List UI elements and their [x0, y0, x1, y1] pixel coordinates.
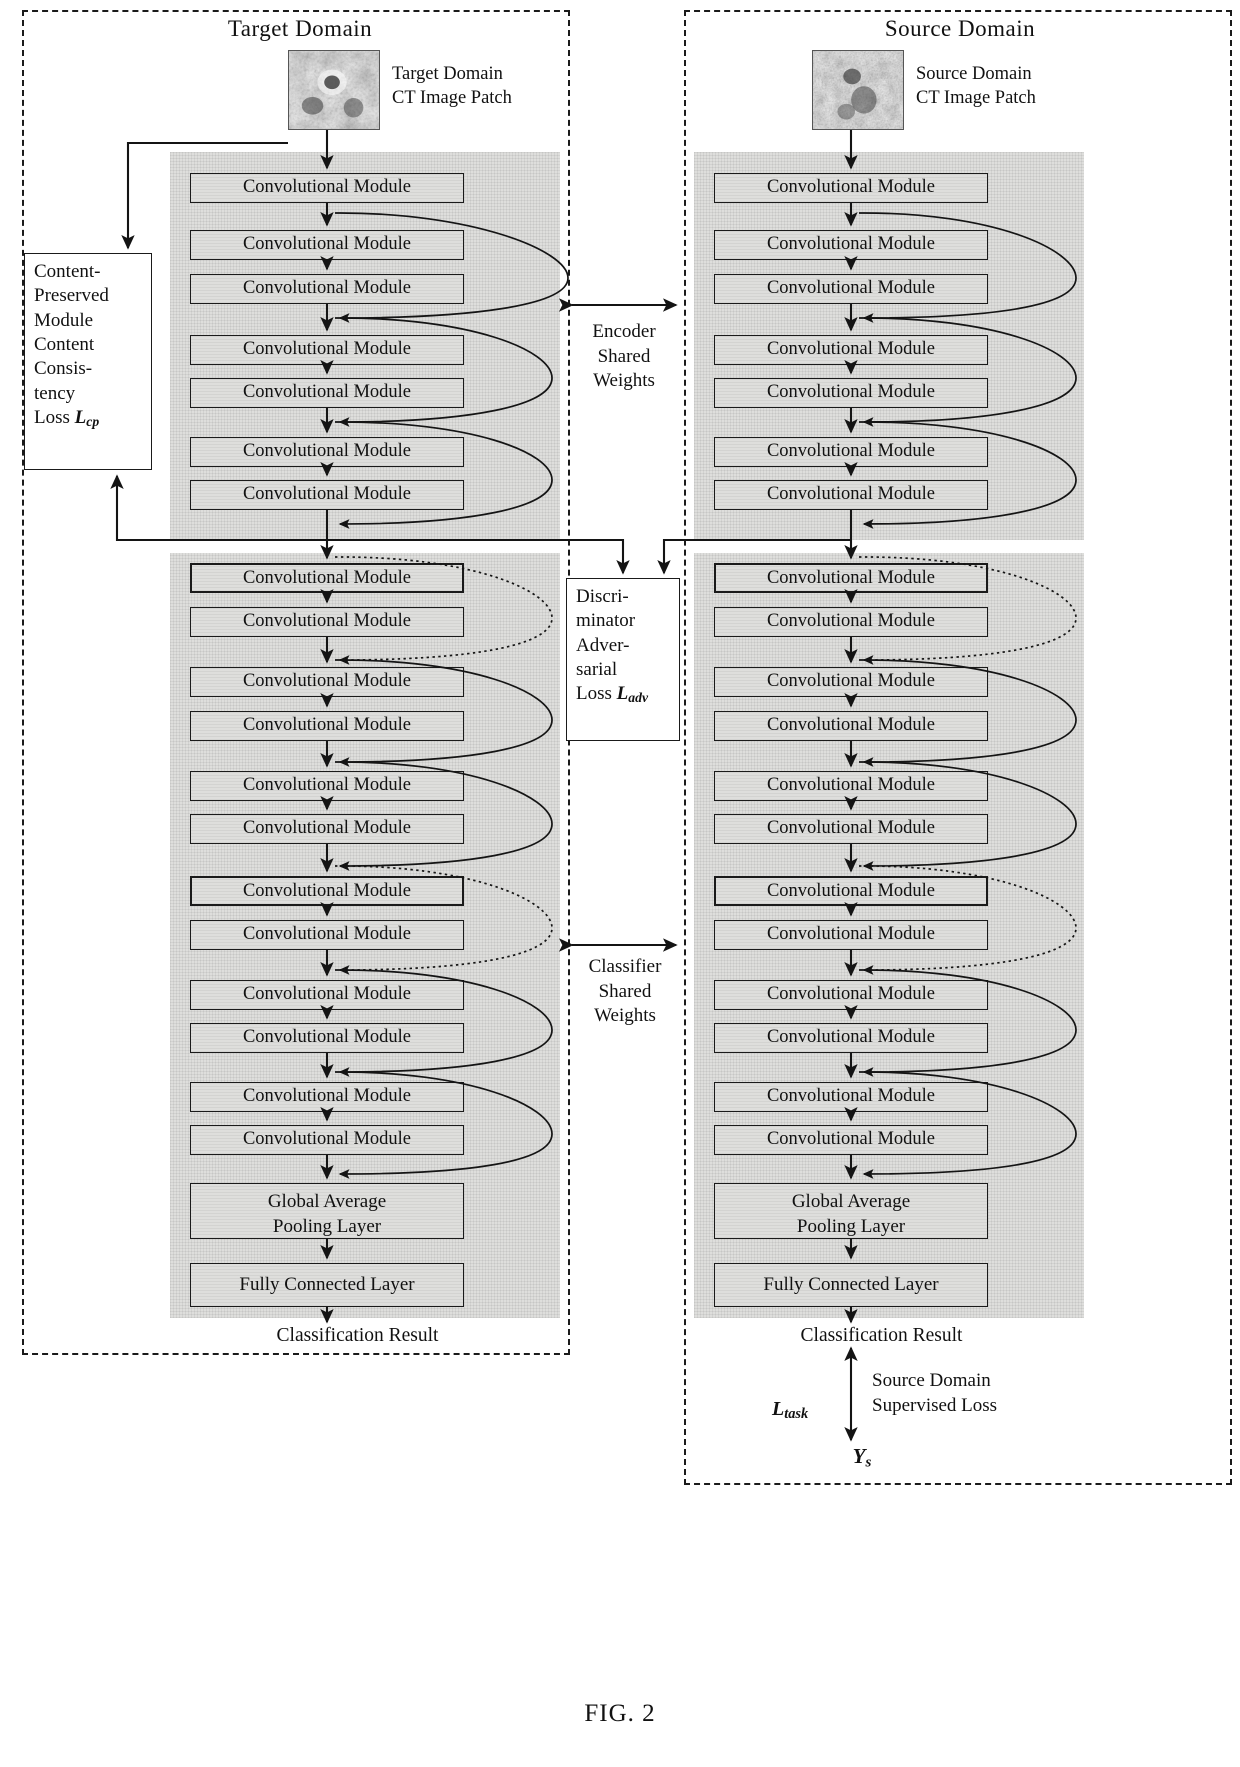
cpm-line3: Module	[34, 309, 94, 331]
source-global-average-pooling-layer: Global Average Pooling Layer	[714, 1183, 988, 1239]
disc-loss-symbol: L	[616, 683, 629, 705]
target-classifier-module-5: Convolutional Module	[190, 771, 464, 801]
figure-canvas: Target Domain Source Domain Target Domai…	[0, 0, 1240, 1767]
classifier-shared-line2: Shared	[598, 980, 652, 1002]
target-encoder-module-3: Convolutional Module	[190, 274, 464, 304]
source-classifier-module-3: Convolutional Module	[714, 667, 988, 697]
target-encoder-module-1: Convolutional Module	[190, 173, 464, 203]
disc-line2: minator	[576, 610, 636, 632]
source-ct-texture	[813, 51, 903, 129]
cpm-line1: Content-	[34, 261, 101, 282]
encoder-shared-weights-label: Encoder Shared Weights	[566, 320, 682, 394]
source-ct-image-patch	[812, 50, 904, 130]
target-encoder-module-5: Convolutional Module	[190, 378, 464, 408]
target-patch-caption-line2: CT Image Patch	[392, 88, 512, 109]
cpm-line6: tency	[34, 382, 76, 404]
target-patch-caption: Target Domain CT Image Patch	[392, 62, 512, 111]
source-domain-title: Source Domain	[884, 16, 1036, 41]
source-patch-caption-line2: CT Image Patch	[916, 88, 1036, 109]
disc-line3: Adver-	[576, 634, 630, 656]
target-classifier-module-11: Convolutional Module	[190, 1082, 464, 1112]
target-classifier-module-12: Convolutional Module	[190, 1125, 464, 1155]
target-encoder-module-4: Convolutional Module	[190, 335, 464, 365]
target-domain-title: Target Domain	[227, 16, 373, 41]
source-patch-caption: Source Domain CT Image Patch	[916, 62, 1036, 111]
source-classifier-module-5: Convolutional Module	[714, 771, 988, 801]
cpm-loss-prefix: Loss	[34, 406, 75, 428]
target-classifier-module-7: Convolutional Module	[190, 876, 464, 906]
figure-caption: FIG. 2	[584, 1700, 656, 1727]
disc-loss-prefix: Loss	[576, 683, 617, 705]
task-loss-symbol-label: Ltask	[772, 1398, 808, 1423]
target-gap-line1: Global Average	[267, 1191, 387, 1212]
target-encoder-module-7: Convolutional Module	[190, 480, 464, 510]
source-encoder-module-5: Convolutional Module	[714, 378, 988, 408]
encoder-shared-line1: Encoder	[592, 321, 656, 342]
source-classifier-module-1: Convolutional Module	[714, 563, 988, 593]
encoder-shared-line3: Weights	[593, 370, 655, 392]
source-label-ys: Ys	[832, 1444, 892, 1471]
encoder-shared-line2: Shared	[597, 345, 651, 367]
classifier-shared-weights-label: Classifier Shared Weights	[562, 955, 688, 1029]
source-classifier-module-8: Convolutional Module	[714, 920, 988, 950]
target-fully-connected-layer: Fully Connected Layer	[190, 1263, 464, 1307]
target-classifier-module-10: Convolutional Module	[190, 1023, 464, 1053]
target-classifier-module-8: Convolutional Module	[190, 920, 464, 950]
target-global-average-pooling-layer: Global Average Pooling Layer	[190, 1183, 464, 1239]
cpm-line5: Consis-	[34, 358, 93, 380]
source-classifier-module-4: Convolutional Module	[714, 711, 988, 741]
source-classifier-module-6: Convolutional Module	[714, 814, 988, 844]
source-classifier-module-9: Convolutional Module	[714, 980, 988, 1010]
source-encoder-module-6: Convolutional Module	[714, 437, 988, 467]
source-encoder-module-2: Convolutional Module	[714, 230, 988, 260]
target-encoder-module-6: Convolutional Module	[190, 437, 464, 467]
classifier-shared-line3: Weights	[594, 1005, 656, 1027]
source-encoder-module-4: Convolutional Module	[714, 335, 988, 365]
source-classifier-module-10: Convolutional Module	[714, 1023, 988, 1053]
source-patch-caption-line1: Source Domain	[916, 64, 1032, 84]
discriminator-adversarial-loss-box: Discri- minator Adver- sarial Loss Ladv	[566, 578, 680, 741]
target-classification-result-label: Classification Result	[276, 1325, 439, 1346]
target-patch-caption-line1: Target Domain	[392, 64, 503, 84]
target-classifier-module-6: Convolutional Module	[190, 814, 464, 844]
cpm-loss-subscript: cp	[86, 413, 100, 429]
supervised-loss-line2: Supervised Loss	[872, 1395, 998, 1417]
classifier-shared-line1: Classifier	[588, 956, 662, 977]
source-supervised-loss-label: Source Domain Supervised Loss	[872, 1368, 997, 1419]
target-ct-texture	[289, 51, 379, 129]
target-classifier-module-3: Convolutional Module	[190, 667, 464, 697]
target-classifier-module-1: Convolutional Module	[190, 563, 464, 593]
cpm-loss-symbol: L	[74, 406, 87, 428]
disc-loss-line: Loss Ladv	[576, 682, 671, 707]
cpm-loss-line: Loss Lcp	[34, 406, 143, 431]
source-classifier-module-2: Convolutional Module	[714, 607, 988, 637]
ys-subscript: s	[865, 1454, 872, 1471]
source-gap-line2: Pooling Layer	[796, 1216, 906, 1238]
task-loss-subscript: task	[784, 1406, 809, 1423]
cpm-line4: Content	[34, 333, 95, 355]
target-encoder-module-2: Convolutional Module	[190, 230, 464, 260]
disc-loss-subscript: adv	[628, 690, 649, 706]
cpm-line2: Preserved	[34, 285, 109, 307]
task-loss-symbol: L	[772, 1398, 785, 1420]
source-classifier-module-12: Convolutional Module	[714, 1125, 988, 1155]
supervised-loss-line1: Source Domain	[872, 1370, 991, 1391]
ys-symbol: Y	[852, 1444, 866, 1468]
source-fully-connected-layer: Fully Connected Layer	[714, 1263, 988, 1307]
source-encoder-module-1: Convolutional Module	[714, 173, 988, 203]
source-gap-line1: Global Average	[791, 1191, 911, 1212]
source-classifier-module-11: Convolutional Module	[714, 1082, 988, 1112]
source-classifier-module-7: Convolutional Module	[714, 876, 988, 906]
disc-line1: Discri-	[576, 586, 629, 607]
target-classifier-module-9: Convolutional Module	[190, 980, 464, 1010]
content-preserved-module-loss-box: Content- Preserved Module Content Consis…	[24, 253, 152, 470]
source-encoder-module-7: Convolutional Module	[714, 480, 988, 510]
target-ct-image-patch	[288, 50, 380, 130]
target-classifier-module-4: Convolutional Module	[190, 711, 464, 741]
source-encoder-module-3: Convolutional Module	[714, 274, 988, 304]
source-classification-result-label: Classification Result	[800, 1325, 963, 1346]
target-classifier-module-2: Convolutional Module	[190, 607, 464, 637]
disc-line4: sarial	[576, 658, 618, 680]
target-gap-line2: Pooling Layer	[272, 1216, 382, 1238]
